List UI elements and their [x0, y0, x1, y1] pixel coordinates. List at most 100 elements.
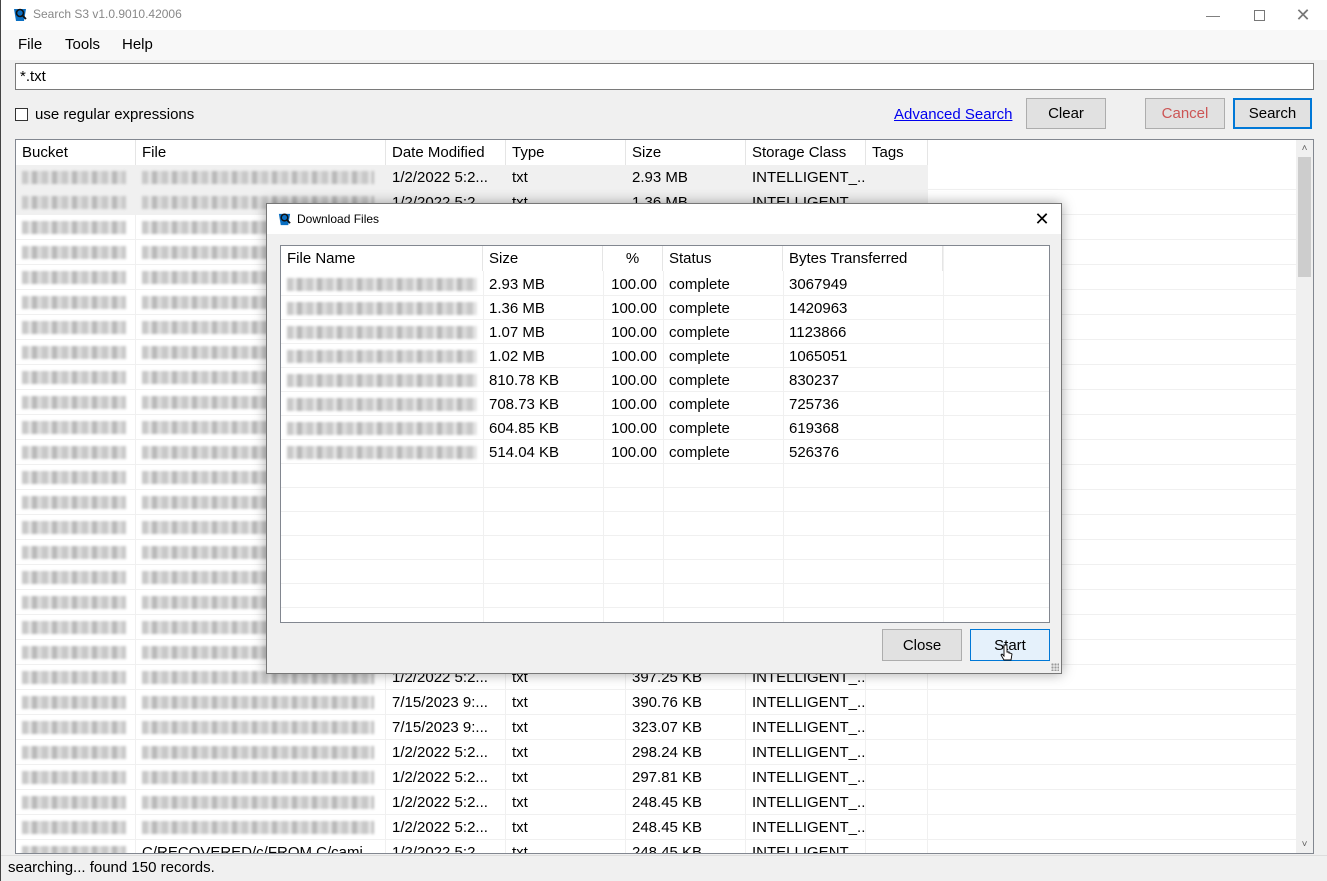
- file-name-cell-redacted: [281, 392, 483, 416]
- bucket-cell-redacted: [16, 465, 136, 489]
- vertical-scrollbar[interactable]: ˄ ˅: [1296, 140, 1313, 853]
- advanced-search-link[interactable]: Advanced Search: [894, 106, 1012, 123]
- redacted-text: [287, 398, 477, 411]
- date-cell: 1/2/2022 5:2...: [386, 840, 506, 853]
- pct-cell: 100.00: [611, 444, 657, 461]
- pct-cell: 100.00: [611, 372, 657, 389]
- scroll-thumb[interactable]: [1298, 157, 1311, 277]
- search-input[interactable]: *.txt: [15, 63, 1314, 90]
- bytes-cell: 526376: [789, 444, 840, 461]
- date-cell: 1/2/2022 5:2...: [386, 165, 506, 189]
- redacted-text: [22, 271, 126, 284]
- bucket-cell-redacted: [16, 415, 136, 439]
- close-window-button[interactable]: ✕: [1280, 0, 1326, 30]
- redacted-text: [22, 621, 126, 634]
- pct-cell: 100.00: [611, 276, 657, 293]
- redacted-text: [22, 496, 126, 509]
- type-cell: txt: [506, 715, 626, 739]
- result-row[interactable]: 1/2/2022 5:2... txt 248.45 KB INTELLIGENT_.…: [16, 815, 1296, 840]
- status-cell: complete: [669, 324, 730, 341]
- bytes-cell: 1420963: [789, 300, 848, 317]
- redacted-text: [22, 546, 126, 559]
- download-row[interactable]: 2.93 MB 100.00 complete 3067949: [281, 272, 1049, 296]
- result-row[interactable]: 1/2/2022 5:2... txt 298.24 KB INTELLIGENT_.…: [16, 740, 1296, 765]
- result-row[interactable]: 7/15/2023 9:... txt 390.76 KB INTELLIGENT_.…: [16, 690, 1296, 715]
- date-cell: 1/2/2022 5:2...: [386, 790, 506, 814]
- column-header-date-modified[interactable]: Date Modified: [386, 140, 506, 165]
- column-header-file[interactable]: File: [136, 140, 386, 165]
- result-row[interactable]: C/RECOVERED/c/FROM C/cami... 1/2/2022 5:2…: [16, 840, 1296, 853]
- bucket-cell-redacted: [16, 565, 136, 589]
- maximize-button[interactable]: [1236, 0, 1282, 30]
- bucket-cell-redacted: [16, 765, 136, 789]
- size-cell: 1.36 MB: [489, 300, 545, 317]
- type-cell: txt: [506, 790, 626, 814]
- column-header-type[interactable]: Type: [506, 140, 626, 165]
- column-header-size[interactable]: Size: [626, 140, 746, 165]
- cancel-button[interactable]: Cancel: [1145, 98, 1225, 129]
- bucket-cell-redacted: [16, 590, 136, 614]
- column-header-tags[interactable]: Tags: [866, 140, 928, 165]
- scroll-down-icon[interactable]: ˅: [1296, 836, 1313, 853]
- dialog-column-size[interactable]: Size: [483, 246, 603, 271]
- dialog-column-bytes-transferred[interactable]: Bytes Transferred: [783, 246, 943, 271]
- download-list[interactable]: File Name Size% Status Bytes Transferred 2.9…: [280, 245, 1050, 623]
- type-cell: txt: [506, 740, 626, 764]
- dialog-column-file-name[interactable]: File Name: [281, 246, 483, 271]
- menu-file[interactable]: File: [18, 36, 42, 53]
- download-row[interactable]: 1.36 MB 100.00 complete 1420963: [281, 296, 1049, 320]
- redacted-text: [287, 422, 477, 435]
- download-row[interactable]: 1.07 MB 100.00 complete 1123866: [281, 320, 1049, 344]
- date-cell: 7/15/2023 9:...: [386, 715, 506, 739]
- bucket-cell-redacted: [16, 640, 136, 664]
- pct-cell: 100.00: [611, 348, 657, 365]
- file-name-cell-redacted: [281, 416, 483, 440]
- window-title: Search S3 v1.0.9010.42006: [33, 7, 182, 21]
- result-row[interactable]: 7/15/2023 9:... txt 323.07 KB INTELLIGENT_.…: [16, 715, 1296, 740]
- clear-button[interactable]: Clear: [1026, 98, 1106, 129]
- size-cell: 323.07 KB: [626, 715, 746, 739]
- menu-tools[interactable]: Tools: [65, 36, 100, 53]
- regex-checkbox[interactable]: [15, 108, 28, 121]
- size-cell: 514.04 KB: [489, 444, 560, 461]
- dialog-close-button[interactable]: Close: [882, 629, 962, 661]
- size-cell: 810.78 KB: [489, 372, 560, 389]
- redacted-text: [287, 326, 477, 339]
- download-row[interactable]: 708.73 KB 100.00 complete 725736: [281, 392, 1049, 416]
- dialog-column-percent[interactable]: %: [603, 246, 663, 271]
- bucket-cell-redacted: [16, 315, 136, 339]
- dialog-close-icon[interactable]: ✕: [1029, 206, 1055, 232]
- bucket-cell-redacted: [16, 790, 136, 814]
- bucket-cell-redacted: [16, 840, 136, 853]
- menu-help[interactable]: Help: [122, 36, 153, 53]
- download-row[interactable]: 1.02 MB 100.00 complete 1065051: [281, 344, 1049, 368]
- dialog-column-status[interactable]: Status: [663, 246, 783, 271]
- status-cell: complete: [669, 396, 730, 413]
- minimize-button[interactable]: —: [1190, 0, 1236, 30]
- download-row[interactable]: 514.04 KB 100.00 complete 526376: [281, 440, 1049, 464]
- redacted-text: [287, 446, 477, 459]
- redacted-text: [287, 350, 477, 363]
- redacted-text: [22, 171, 126, 184]
- file-name-cell-redacted: [281, 272, 483, 296]
- result-row[interactable]: 1/2/2022 5:2... txt 2.93 MB INTELLIGENT_...: [16, 165, 1296, 190]
- regex-checkbox-label[interactable]: use regular expressions: [35, 106, 194, 123]
- column-header-storage-class[interactable]: Storage Class: [746, 140, 866, 165]
- bucket-cell-redacted: [16, 615, 136, 639]
- redacted-text: [22, 246, 126, 259]
- result-row[interactable]: 1/2/2022 5:2... txt 297.81 KB INTELLIGENT_.…: [16, 765, 1296, 790]
- result-row[interactable]: 1/2/2022 5:2... txt 248.45 KB INTELLIGENT_.…: [16, 790, 1296, 815]
- scroll-up-icon[interactable]: ˄: [1296, 140, 1313, 157]
- redacted-text: [22, 471, 126, 484]
- bucket-cell-redacted: [16, 190, 136, 214]
- resize-grip-icon[interactable]: [1051, 663, 1059, 671]
- redacted-text: [22, 771, 126, 784]
- download-row[interactable]: 810.78 KB 100.00 complete 830237: [281, 368, 1049, 392]
- status-cell: complete: [669, 300, 730, 317]
- download-row[interactable]: 604.85 KB 100.00 complete 619368: [281, 416, 1049, 440]
- bucket-cell-redacted: [16, 715, 136, 739]
- redacted-text: [142, 821, 374, 834]
- redacted-text: [142, 796, 374, 809]
- search-button[interactable]: Search: [1233, 98, 1312, 129]
- column-header-bucket[interactable]: Bucket: [16, 140, 136, 165]
